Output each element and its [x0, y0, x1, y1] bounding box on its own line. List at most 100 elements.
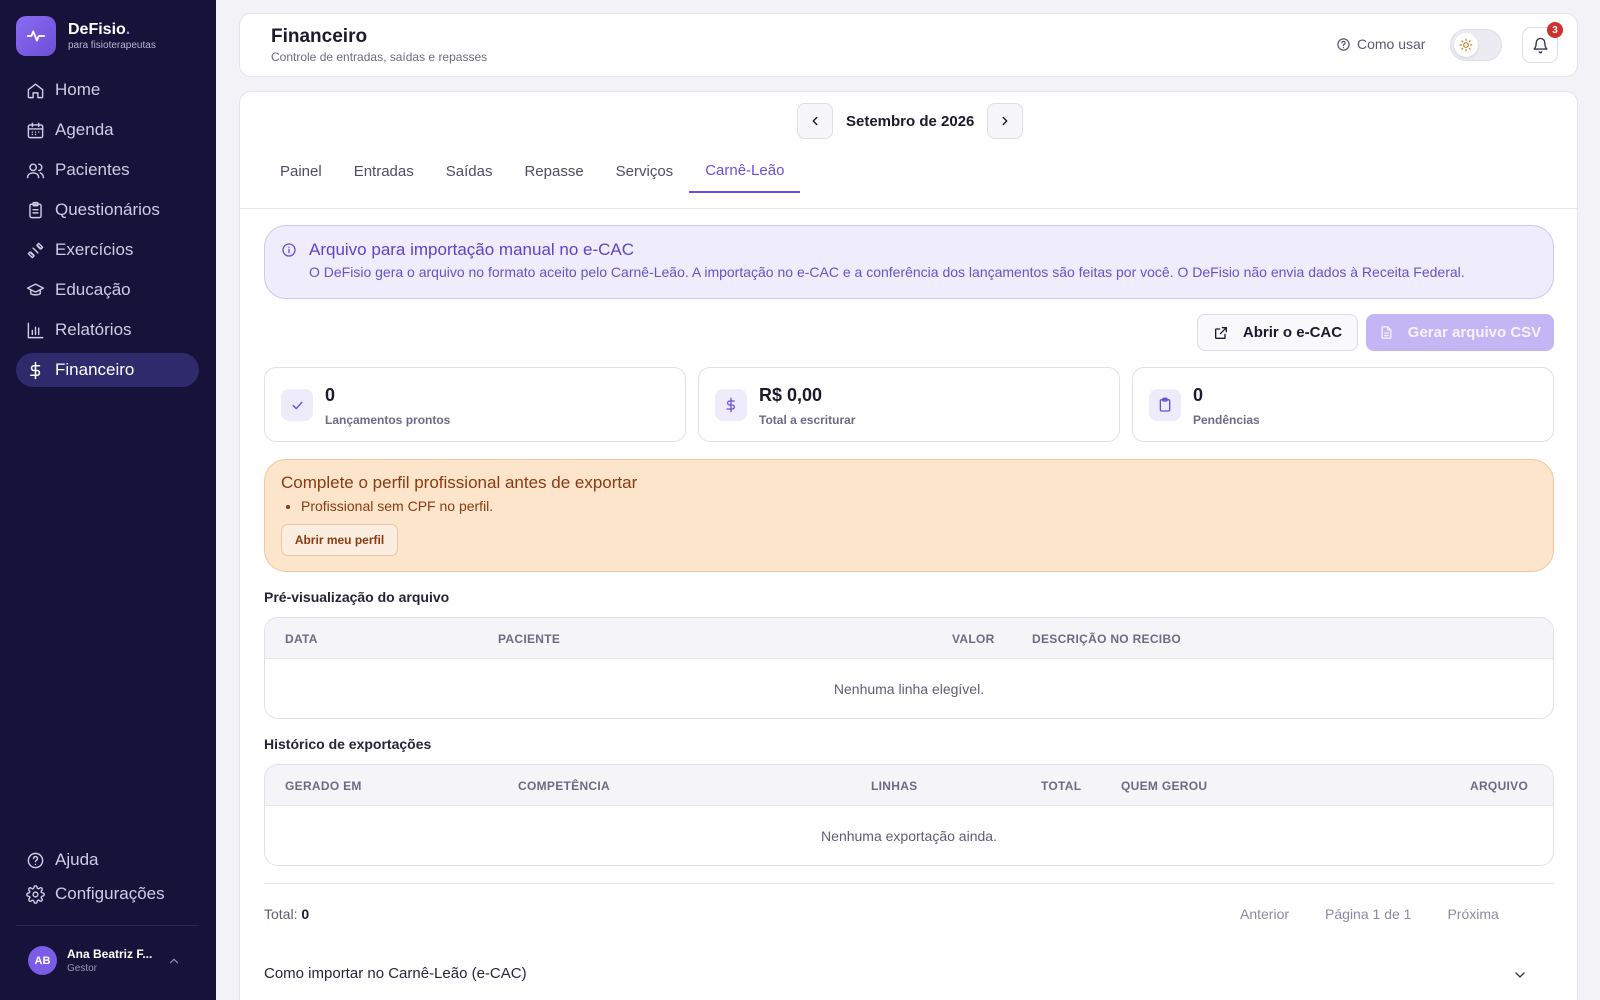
clipboard-icon — [1149, 389, 1181, 421]
stat-label: Pendências — [1193, 413, 1260, 427]
sidebar-item-agenda[interactable]: Agenda — [16, 113, 199, 147]
notification-badge: 3 — [1547, 22, 1563, 38]
sidebar-item-label: Educação — [55, 280, 131, 299]
check-icon — [281, 389, 313, 421]
sidebar-bottom: Ajuda Configurações — [16, 845, 199, 913]
empty-state: Nenhuma linha elegível. — [833, 680, 985, 697]
column-header: TOTAL — [1041, 779, 1082, 793]
user-menu[interactable]: AB Ana Beatriz F... Gestor — [28, 946, 188, 975]
sidebar-item-home[interactable]: Home — [16, 73, 199, 107]
preview-title: Pré-visualização do arquivo — [264, 589, 450, 605]
info-title: Arquivo para importação manual no e-CAC — [309, 240, 635, 259]
warning-title: Complete o perfil profissional antes de … — [281, 473, 638, 492]
chevron-right-icon — [1002, 116, 1008, 126]
column-header: ARQUIVO — [1470, 779, 1529, 793]
total-value: 0 — [301, 906, 310, 922]
sidebar-item-relatorios[interactable]: Relatórios — [16, 313, 199, 347]
notifications-button[interactable]: 3 — [1522, 22, 1563, 63]
empty-state: Nenhuma exportação ainda. — [821, 827, 997, 844]
sidebar-item-label: Financeiro — [55, 360, 135, 379]
info-text: O DeFisio gera o arquivo no formato acei… — [309, 264, 1465, 280]
open-ecac-button[interactable]: Abrir o e-CAC — [1197, 314, 1358, 351]
theme-toggle[interactable] — [1450, 29, 1502, 61]
tab-painel[interactable]: Painel — [264, 149, 338, 193]
sidebar-item-label: Pacientes — [55, 160, 130, 179]
chevron-left-icon — [812, 116, 818, 126]
avatar: AB — [28, 946, 57, 975]
warning-banner: Complete o perfil profissional antes de … — [264, 459, 1554, 572]
column-header: GERADO EM — [285, 779, 362, 793]
page-subtitle: Controle de entradas, saídas e repasses — [271, 50, 488, 64]
history-title: Histórico de exportações — [264, 736, 432, 752]
tab-carne-leao[interactable]: Carnê-Leão — [689, 149, 801, 193]
pagination: Anterior Página 1 de 1 Próxima — [1240, 906, 1499, 922]
footer-divider — [264, 883, 1554, 884]
open-profile-button[interactable]: Abrir meu perfil — [281, 524, 398, 556]
column-header: DESCRIÇÃO NO RECIBO — [1032, 632, 1182, 646]
help-circle-icon — [27, 852, 44, 868]
chevron-down-icon[interactable] — [1512, 967, 1528, 983]
month-navigator: Setembro de 2026 — [797, 103, 1024, 139]
stat-value: 0 — [1193, 385, 1204, 405]
sidebar-divider — [16, 925, 199, 926]
column-header: LINHAS — [871, 779, 918, 793]
help-circle-icon — [1337, 37, 1350, 51]
column-header: COMPETÊNCIA — [518, 779, 610, 793]
warning-item: Profissional sem CPF no perfil. — [301, 498, 493, 514]
stat-card-lancamentos: 0 Lançamentos prontos — [264, 367, 686, 442]
tab-servicos[interactable]: Serviços — [600, 149, 690, 193]
bar-chart-icon — [27, 322, 44, 338]
next-month-button[interactable] — [987, 103, 1024, 139]
open-ecac-label: Abrir o e-CAC — [1242, 324, 1343, 341]
month-label: Setembro de 2026 — [846, 112, 975, 130]
warning-list: Profissional sem CPF no perfil. — [301, 498, 493, 514]
stat-value: R$ 0,00 — [759, 385, 823, 405]
sidebar-item-label: Configurações — [55, 884, 165, 903]
sidebar-item-ajuda[interactable]: Ajuda — [16, 845, 199, 875]
sidebar-item-label: Questionários — [55, 200, 160, 219]
prev-month-button[interactable] — [797, 103, 833, 139]
brand-tagline: para fisioterapeutas — [68, 39, 156, 51]
sidebar-item-label: Home — [55, 80, 101, 99]
page-title: Financeiro — [271, 26, 368, 47]
tab-bar: Painel Entradas Saídas Repasse Serviços … — [264, 149, 801, 193]
total-label: Total: — [264, 906, 298, 922]
generate-csv-label: Gerar arquivo CSV — [1407, 324, 1542, 341]
page-header: Financeiro Controle de entradas, saídas … — [239, 13, 1578, 77]
import-help-accordion[interactable]: Como importar no Carnê-Leão (e-CAC) — [264, 965, 1554, 982]
graduation-cap-icon — [26, 282, 45, 296]
preview-table: DATA PACIENTE VALOR DESCRIÇÃO NO RECIBO … — [264, 617, 1554, 719]
dollar-icon — [715, 389, 747, 421]
stat-value: 0 — [325, 385, 336, 405]
tab-repasse[interactable]: Repasse — [508, 149, 599, 193]
sidebar-item-label: Relatórios — [55, 320, 132, 339]
stat-card-pendencias: 0 Pendências — [1132, 367, 1554, 442]
sidebar-item-questionarios[interactable]: Questionários — [16, 193, 199, 227]
help-link[interactable]: Como usar — [1336, 36, 1425, 52]
column-header: QUEM GEROU — [1121, 779, 1208, 793]
sun-icon — [1454, 33, 1478, 57]
next-page-button[interactable]: Próxima — [1447, 906, 1498, 922]
sidebar-item-financeiro[interactable]: Financeiro — [16, 353, 199, 387]
tab-entradas[interactable]: Entradas — [338, 149, 430, 193]
prev-page-button[interactable]: Anterior — [1240, 906, 1289, 922]
history-table: GERADO EM COMPETÊNCIA LINHAS TOTAL QUEM … — [264, 764, 1554, 866]
column-header: DATA — [285, 632, 318, 646]
table-header: DATA PACIENTE VALOR DESCRIÇÃO NO RECIBO — [265, 618, 1553, 659]
brand[interactable]: DeFisio. para fisioterapeutas — [16, 16, 156, 56]
sidebar-item-educacao[interactable]: Educação — [16, 273, 199, 307]
tab-saidas[interactable]: Saídas — [430, 149, 509, 193]
file-text-icon — [1381, 326, 1392, 339]
user-role: Gestor — [67, 963, 98, 974]
chevron-up-icon — [169, 958, 179, 963]
info-banner: Arquivo para importação manual no e-CAC … — [264, 225, 1554, 299]
generate-csv-button[interactable]: Gerar arquivo CSV — [1366, 314, 1554, 351]
external-link-icon — [1214, 326, 1227, 339]
sidebar-item-exercicios[interactable]: Exercícios — [16, 233, 199, 267]
sidebar-item-pacientes[interactable]: Pacientes — [16, 153, 199, 187]
table-header: GERADO EM COMPETÊNCIA LINHAS TOTAL QUEM … — [265, 765, 1553, 806]
bell-icon — [1532, 37, 1548, 53]
column-header: PACIENTE — [498, 632, 561, 646]
sidebar-item-configuracoes[interactable]: Configurações — [16, 879, 199, 909]
home-icon — [27, 82, 44, 98]
